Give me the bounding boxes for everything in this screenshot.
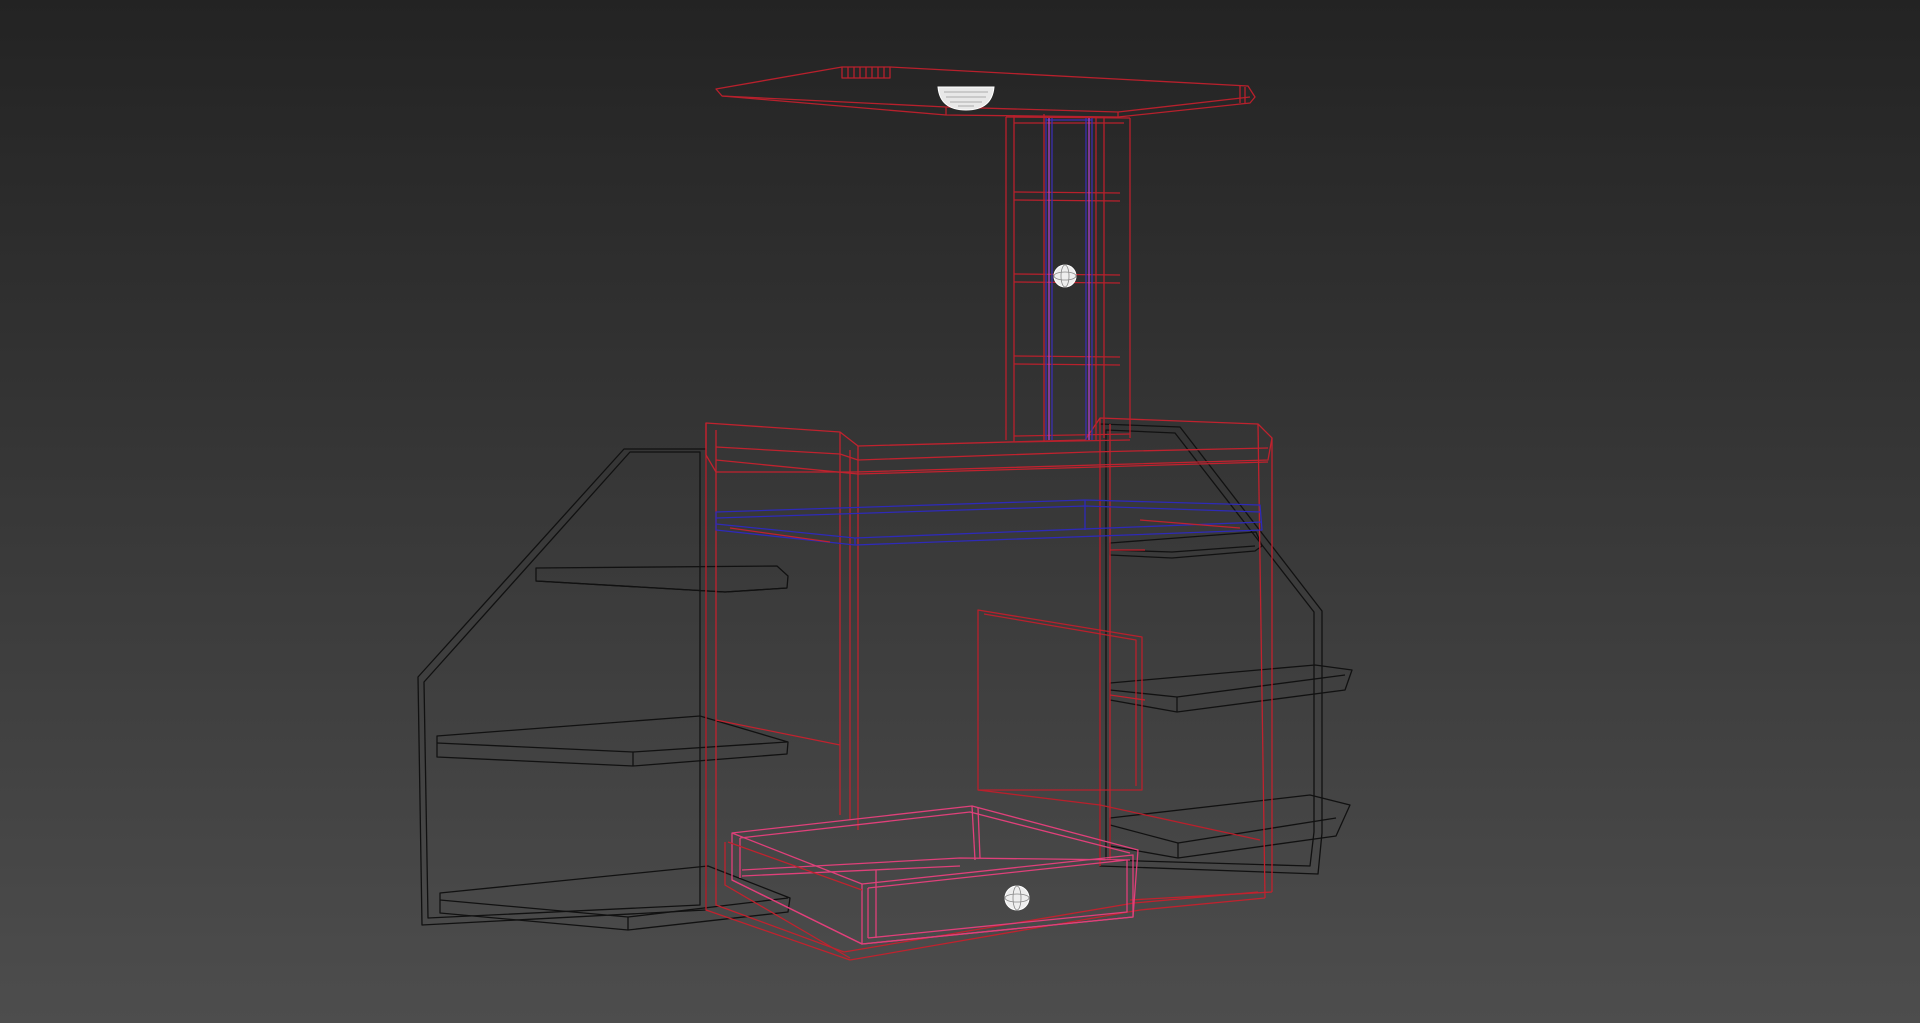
- left-shelf-unit[interactable]: [417, 448, 791, 931]
- 3d-viewport[interactable]: [0, 0, 1920, 1023]
- sphere-light-icon: [1053, 264, 1077, 288]
- column-light[interactable]: [1053, 264, 1077, 288]
- sphere-light-icon: [1004, 885, 1030, 911]
- drawer-light[interactable]: [1004, 885, 1030, 911]
- desk-body[interactable]: [705, 417, 1273, 961]
- drawer[interactable]: [731, 805, 1139, 945]
- right-shelf-unit[interactable]: [1099, 423, 1353, 875]
- wireframe-scene[interactable]: [0, 0, 1920, 1023]
